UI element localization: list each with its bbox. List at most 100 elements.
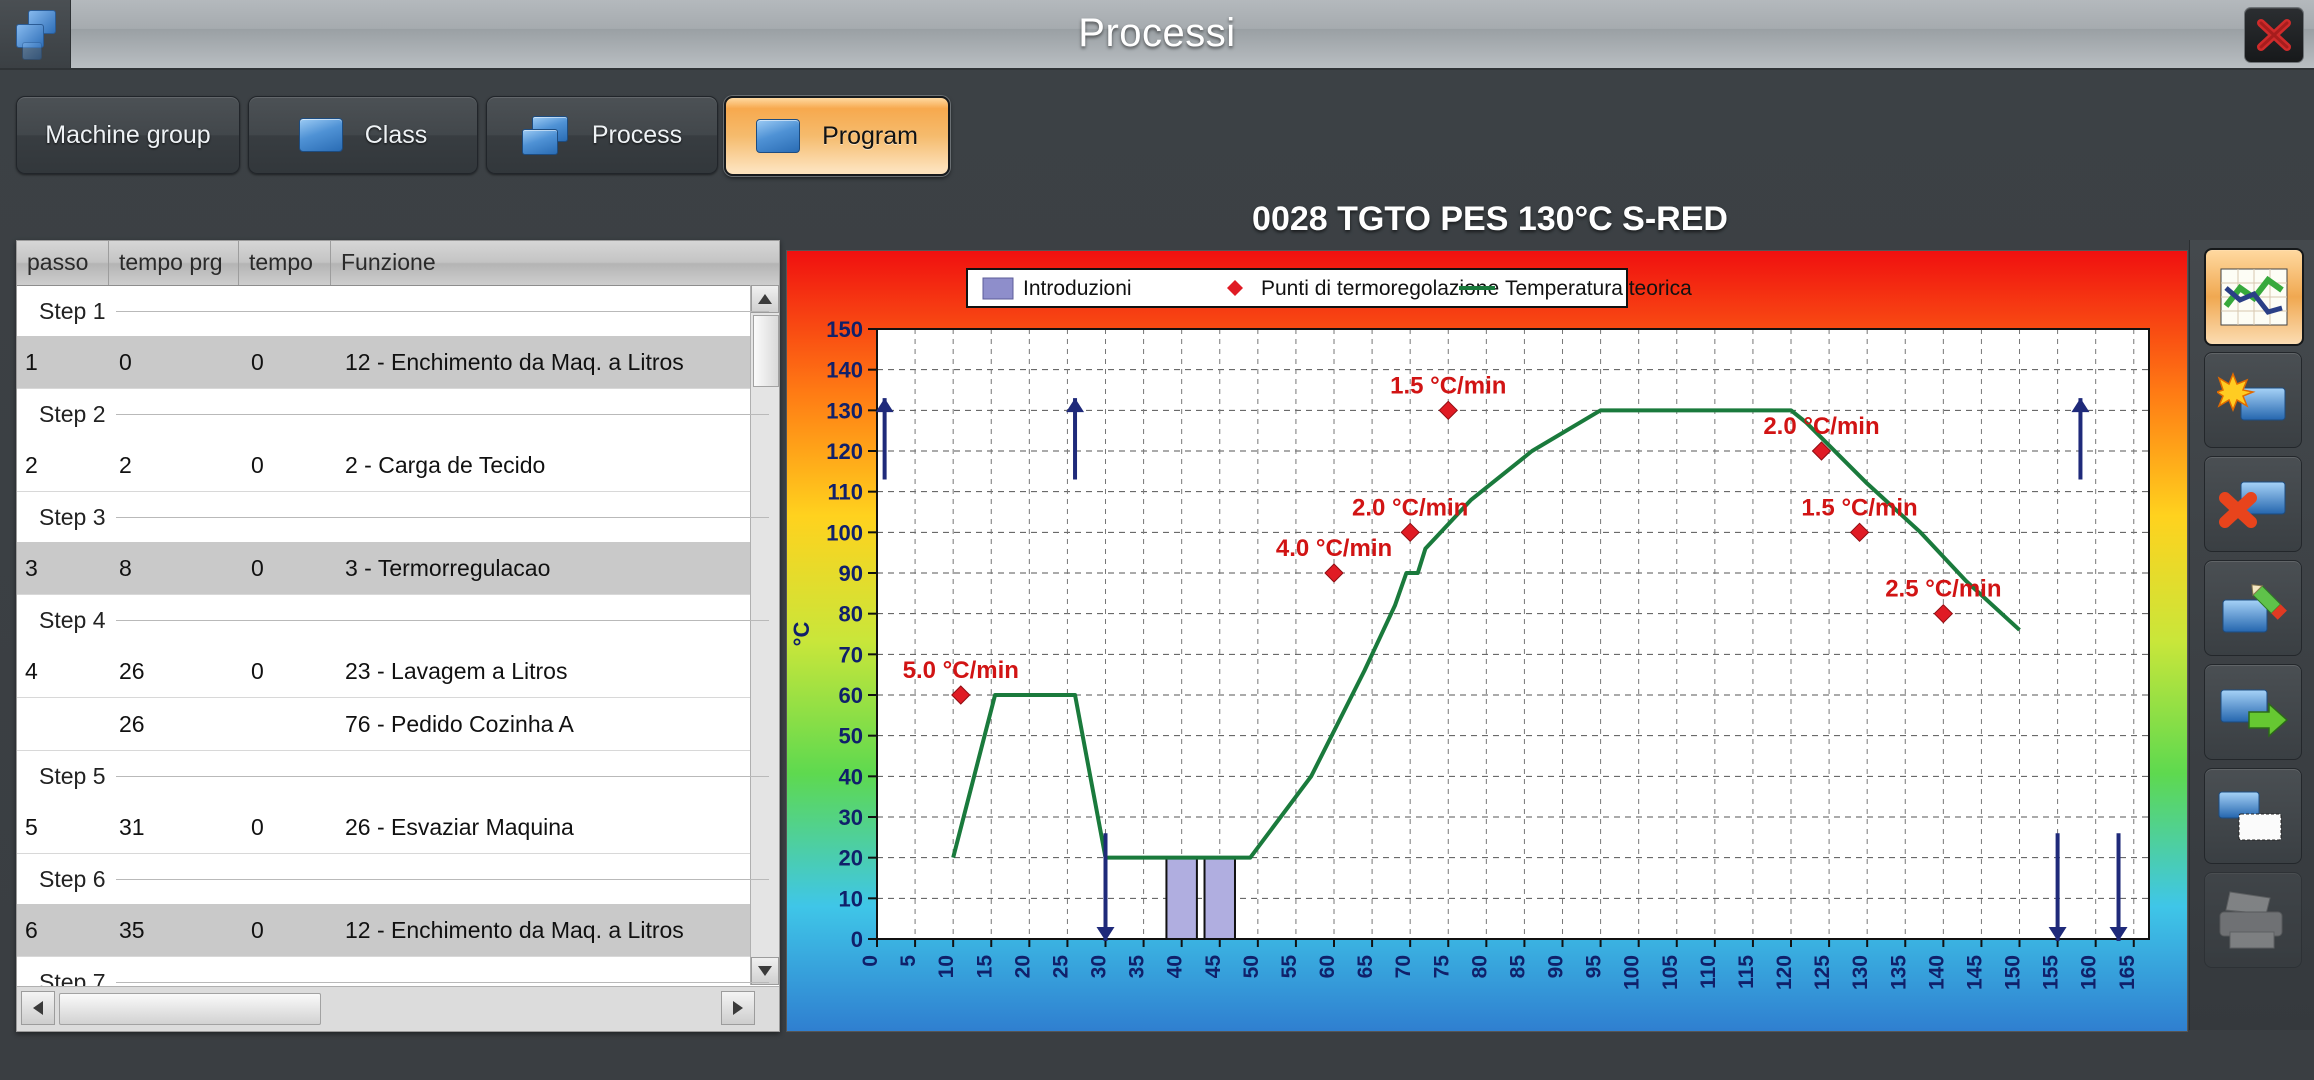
y-axis-label: °C (789, 622, 814, 647)
x-tick-label: 85 (1506, 955, 1529, 979)
column-header-passo: passo (17, 241, 109, 285)
x-tick-label: 145 (1963, 955, 1986, 990)
scroll-down-button[interactable] (751, 957, 779, 985)
chevron-down-icon (758, 966, 772, 976)
tab-strip: Machine group Class Process Program (0, 70, 2314, 190)
table-row[interactable]: 4 26 0 23 - Lavagem a Litros (17, 645, 779, 698)
chart-view-button[interactable] (2204, 248, 2304, 346)
horizontal-scroll-thumb[interactable] (59, 993, 321, 1025)
move-item-button[interactable] (2204, 664, 2302, 760)
x-tick-label: 140 (1925, 955, 1948, 990)
chevron-left-icon (33, 1001, 43, 1015)
x-tick-label: 115 (1735, 955, 1758, 989)
cell-tempo-prg: 26 (119, 657, 145, 684)
page-title: Processi (1078, 11, 1236, 55)
scroll-right-button[interactable] (721, 991, 755, 1025)
table-group-label: Step 4 (17, 606, 116, 634)
windows-icon (521, 116, 570, 155)
tab-class-label: Class (364, 120, 428, 149)
table-row[interactable]: 3 8 0 3 - Termorregulacao (17, 542, 779, 595)
x-tick-label: 0 (859, 955, 882, 967)
table-group-row: Step 6 (17, 854, 779, 904)
tab-program-label: Program (822, 121, 918, 150)
table-row[interactable]: 6 35 0 12 - Enchimento da Maq. a Litros (17, 904, 779, 957)
table-row[interactable]: 26 76 - Pedido Cozinha A (17, 698, 779, 751)
new-item-button[interactable] (2204, 352, 2302, 448)
table-group-row: Step 5 (17, 751, 779, 801)
title-bar: Processi (0, 0, 2314, 70)
x-tick-label: 155 (2040, 955, 2063, 990)
cell-passo: 1 (25, 348, 38, 375)
app-windows-icon (14, 8, 62, 60)
tab-program[interactable]: Program (724, 96, 950, 176)
table-horizontal-scrollbar[interactable] (17, 986, 779, 1031)
setpoint-label: 1.5 °C/min (1390, 372, 1506, 399)
cell-passo: 3 (25, 554, 38, 581)
edit-item-button[interactable] (2204, 560, 2302, 656)
table-group-row: Step 2 (17, 389, 779, 439)
legend-label-introduzioni: Introduzioni (1023, 277, 1132, 300)
cell-tempo-prg: 0 (119, 348, 132, 375)
close-button[interactable] (2244, 7, 2304, 63)
x-tick-label: 30 (1088, 955, 1111, 978)
table-header: passo tempo prg tempo Funzione (17, 241, 779, 286)
processi-window: Processi Machine group Class Process Pro… (0, 0, 2314, 1080)
pencil-icon (2222, 584, 2287, 633)
print-button[interactable] (2204, 872, 2302, 968)
column-header-funzione: Funzione (341, 249, 436, 275)
duplicate-item-button[interactable] (2204, 768, 2302, 864)
printer-icon (2219, 891, 2283, 949)
setpoint-label: 5.0 °C/min (903, 657, 1019, 684)
cell-tempo-prg: 2 (119, 451, 132, 478)
column-header-tempo-prg: tempo prg (109, 241, 239, 285)
y-tick-label: 40 (839, 764, 863, 789)
table-row[interactable]: 2 2 0 2 - Carga de Tecido (17, 439, 779, 492)
delete-item-button[interactable] (2204, 456, 2302, 552)
delete-x-icon (2219, 481, 2286, 528)
y-tick-label: 60 (839, 683, 863, 708)
setpoint-label: 2.0 °C/min (1352, 494, 1468, 521)
x-tick-label: 65 (1354, 955, 1377, 979)
setpoint-label: 2.5 °C/min (1885, 576, 2001, 603)
cell-tempo: 0 (251, 554, 264, 581)
table-group-label: Step 5 (17, 762, 116, 790)
scroll-left-button[interactable] (21, 991, 55, 1025)
scroll-up-button[interactable] (751, 285, 779, 313)
temperature-chart: 0 10 20 30 40 50 60 70 80 90 100 110 120 130 140 150 °C 0… (786, 250, 2188, 1032)
vertical-scroll-thumb[interactable] (753, 315, 779, 387)
setpoint-label: 4.0 °C/min (1276, 535, 1392, 562)
table-group-row: Step 4 (17, 595, 779, 645)
x-tick-label: 130 (1849, 955, 1872, 990)
cell-funzione: 76 - Pedido Cozinha A (345, 710, 574, 737)
x-tick-label: 55 (1278, 955, 1301, 979)
table-vertical-scrollbar[interactable] (750, 285, 779, 985)
table-row[interactable]: 1 0 0 12 - Enchimento da Maq. a Litros (17, 336, 779, 389)
x-tick-label: 95 (1583, 955, 1606, 979)
x-tick-label: 120 (1773, 955, 1796, 990)
cell-tempo: 0 (251, 348, 264, 375)
tab-class[interactable]: Class (248, 96, 478, 174)
cell-passo: 4 (25, 657, 38, 684)
table-group-row: Step 7 (17, 957, 779, 986)
cell-tempo: 0 (251, 916, 264, 943)
chart-icon (2220, 268, 2288, 326)
x-tick-label: 135 (1887, 955, 1910, 990)
tab-machine-group[interactable]: Machine group (16, 96, 240, 174)
cell-funzione: 23 - Lavagem a Litros (345, 657, 568, 684)
y-tick-label: 130 (826, 398, 863, 423)
x-tick-label: 165 (2116, 955, 2139, 990)
y-tick-label: 90 (839, 561, 863, 586)
chart-canvas: 0 10 20 30 40 50 60 70 80 90 100 110 120 130 140 150 °C 0… (787, 251, 2187, 1031)
y-tick-label: 100 (826, 520, 863, 545)
x-tick-label: 80 (1468, 955, 1491, 978)
x-tick-label: 150 (2002, 955, 2025, 990)
x-tick-label: 70 (1392, 955, 1415, 978)
right-toolbar (2189, 240, 2314, 1030)
table-row[interactable]: 5 31 0 26 - Esvaziar Maquina (17, 801, 779, 854)
tab-process[interactable]: Process (486, 96, 718, 174)
y-tick-label: 10 (839, 886, 863, 911)
close-icon (2257, 19, 2291, 51)
cell-passo: 5 (25, 813, 38, 840)
legend-label-temperatura: Temperatura teorica (1505, 277, 1692, 300)
cell-tempo: 0 (251, 451, 264, 478)
